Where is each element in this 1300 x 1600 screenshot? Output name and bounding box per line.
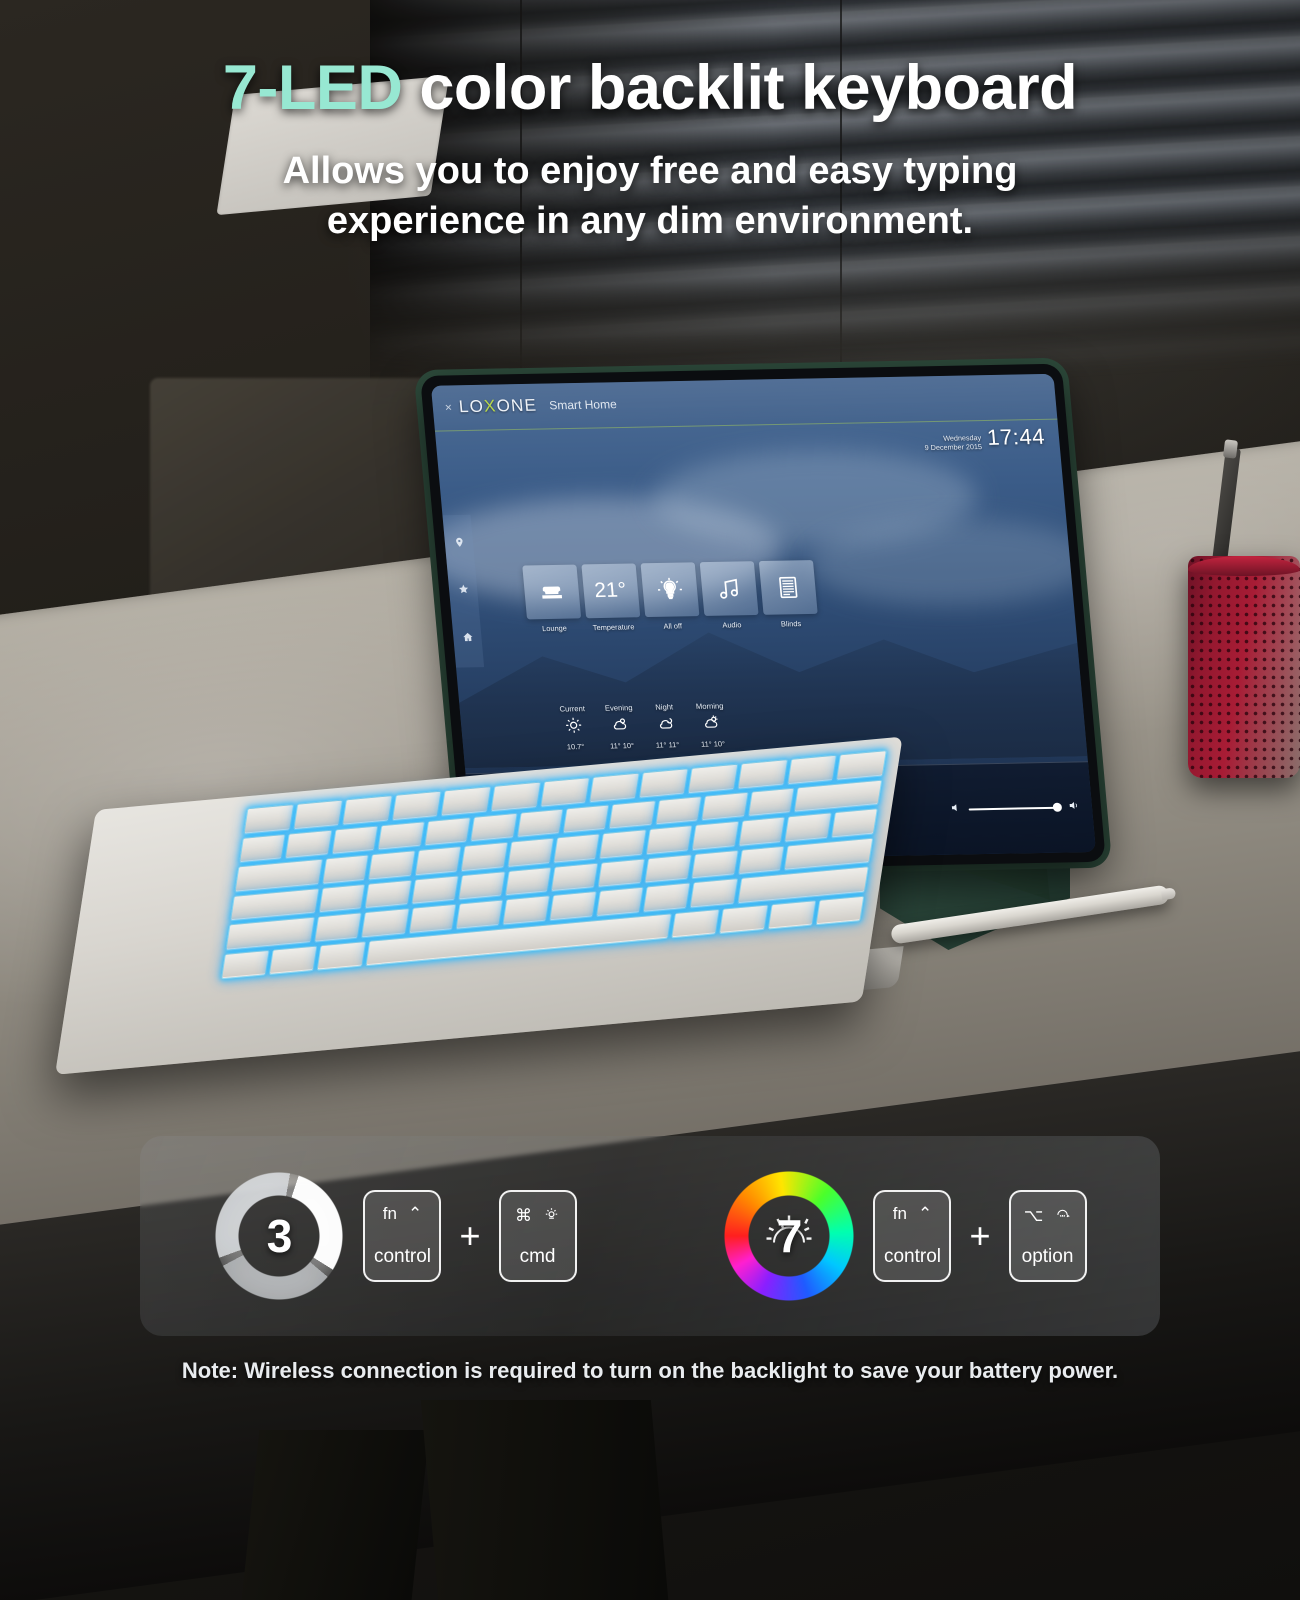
feature-panel: 3 fn ⌃ control + ⌘ cmd 7 fn ⌃ control + … [140,1136,1160,1336]
lightbulb-icon[interactable] [640,562,699,618]
weather-forecast-row: Current 10.7° Evening 11° 10° Night 11° … [559,701,727,751]
keycap-control-right[interactable]: fn ⌃ control [873,1190,952,1282]
weather-period-label: Night [654,701,674,712]
brightness-sun-icon [543,1205,560,1225]
tile-audio[interactable]: Audio [699,561,759,631]
keycap-label: option [1021,1246,1074,1267]
tile-label: Audio [722,620,742,630]
tile-temperature[interactable]: 21° Temperature [580,563,641,633]
feature-brightness-levels: 3 fn ⌃ control + ⌘ cmd [213,1170,577,1302]
keycap-top-glyphs: ⌘ [515,1205,560,1225]
app-top-bar: × LOXONE Smart Home [430,373,1058,432]
title-rest: color backlit keyboard [402,53,1078,123]
keycap-label: control [883,1246,941,1267]
clock-widget: Wednesday 9 December 2015 17:44 [923,424,1046,452]
weather-period-label: Evening [604,702,633,713]
plus-separator: + [969,1215,991,1256]
weather-period-label: Morning [695,701,724,711]
weather-night: Night 11° 11° [652,702,680,749]
pen-tip [1222,439,1239,459]
sofa-icon[interactable] [521,564,581,620]
keycap-option[interactable]: ⌥ option [1008,1190,1087,1282]
product-marketing-image: × LOXONE Smart Home Wednesday 9 December… [0,0,1300,1600]
desk-leg [420,1400,670,1600]
temperature-value-display[interactable]: 21° [580,563,640,619]
tile-label: Temperature [592,622,635,633]
tile-all-off[interactable]: All off [640,562,700,632]
keycap-top-glyphs: fn ⌃ [893,1205,932,1222]
keyboard-backlight-icon [1054,1205,1071,1225]
keycap-label: cmd [519,1246,556,1267]
header-text-block: 7-LED color backlit keyboard Allows you … [0,52,1300,246]
weather-temps: 11° 11° [655,739,680,750]
title-accent: 7-LED [222,53,403,123]
color-mode-ring: 7 [723,1170,856,1302]
mesh-pen-cup [1188,556,1300,778]
volume-slider-knob[interactable] [1052,803,1063,813]
keycap-top-glyphs: fn ⌃ [383,1205,422,1222]
brightness-level-ring: 3 [213,1170,346,1302]
date-block: Wednesday 9 December 2015 [923,433,982,452]
keycap-label: control [373,1246,431,1267]
tile-blinds[interactable]: Blinds [758,560,818,629]
star-icon[interactable] [457,582,470,600]
chevron-up-icon: ⌃ [917,1204,933,1223]
ring-value-3: 3 [266,1210,293,1262]
plus-separator: + [459,1215,481,1256]
app-subtitle: Smart Home [548,397,618,413]
tile-label: Lounge [541,624,568,634]
brand-post: ONE [495,396,539,416]
volume-icon[interactable] [1067,798,1081,816]
tile-label: All off [663,621,683,632]
date-label: 9 December 2015 [924,442,983,453]
weather-temps: 10.7° [566,741,585,751]
music-note-icon[interactable] [699,561,759,617]
cloud-sun-icon [701,713,721,736]
home-icon[interactable] [461,629,474,647]
location-pin-icon[interactable] [453,535,466,553]
option-symbol: ⌥ [1023,1205,1044,1225]
close-icon[interactable]: × [444,401,452,415]
weather-morning: Morning 11° 10° [695,701,727,748]
weather-evening: Evening 11° 10° [605,703,637,750]
keycap-top-glyphs: ⌥ [1024,1205,1072,1225]
fn-label: fn [892,1204,907,1223]
time-label: 17:44 [986,424,1046,451]
cloud-moon-icon [656,714,676,737]
keycap-cmd[interactable]: ⌘ cmd [498,1190,577,1282]
feature-color-modes: 7 fn ⌃ control + ⌥ option [723,1170,1087,1302]
weather-temps: 11° 10° [609,740,635,751]
keycap-control-left[interactable]: fn ⌃ control [363,1190,442,1282]
subtitle-line-2: experience in any dim environment. [326,200,974,243]
tile-label: Blinds [780,619,802,629]
fn-label: fn [382,1204,397,1223]
page-title: 7-LED color backlit keyboard [0,52,1300,124]
desk-leg [240,1430,430,1600]
volume-control[interactable] [949,798,1081,818]
volume-slider-track[interactable] [968,803,1063,813]
footer-note: Note: Wireless connection is required to… [181,1358,1119,1383]
command-symbol: ⌘ [515,1205,533,1225]
blinds-icon[interactable] [758,560,818,616]
ring-value-7: 7 [776,1210,803,1262]
cloud-sun-icon [610,715,630,738]
tile-lounge[interactable]: Lounge [521,564,582,634]
page-subtitle: Allows you to enjoy free and easy typing… [0,146,1300,246]
loxone-logo: LOXONE [458,396,538,417]
volume-low-icon[interactable] [949,801,963,819]
weather-temps: 11° 10° [700,738,726,749]
chevron-up-icon: ⌃ [407,1204,423,1223]
weather-current: Current 10.7° [559,704,589,751]
subtitle-line-1: Allows you to enjoy free and easy typing [282,150,1018,192]
weather-period-label: Current [559,703,586,714]
control-tiles: Lounge 21° Temperature All off Audio Bli… [521,560,819,634]
brand-pre: LO [458,397,485,417]
temperature-reading: 21° [593,578,628,603]
sun-icon [564,716,584,739]
